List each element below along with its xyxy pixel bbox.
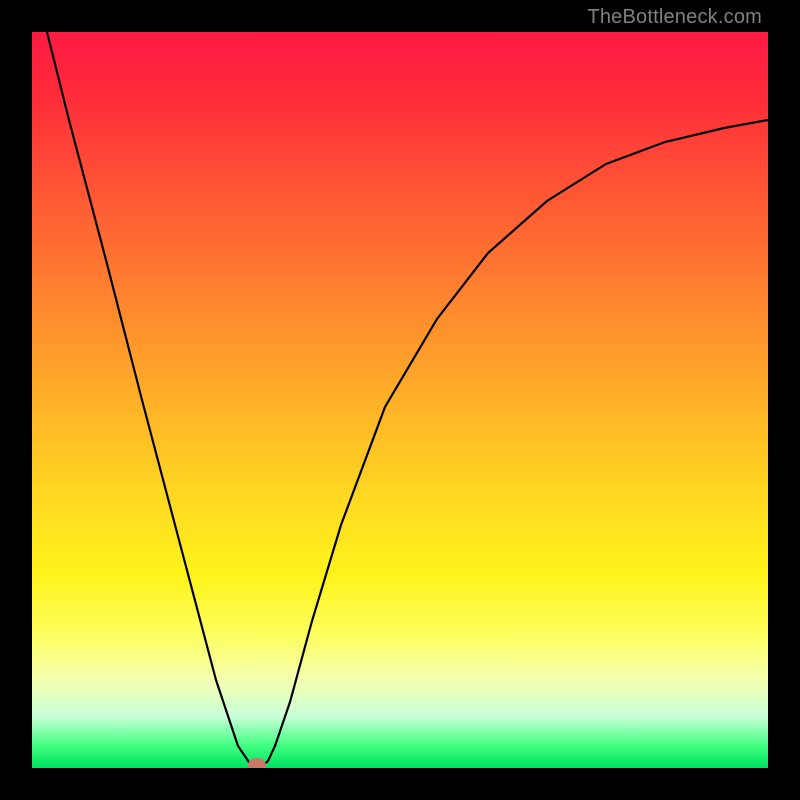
chart-frame: TheBottleneck.com — [0, 0, 800, 800]
minimum-marker — [248, 758, 266, 768]
bottleneck-curve — [47, 32, 768, 768]
curve-layer — [32, 32, 768, 768]
watermark-text: TheBottleneck.com — [587, 6, 762, 29]
